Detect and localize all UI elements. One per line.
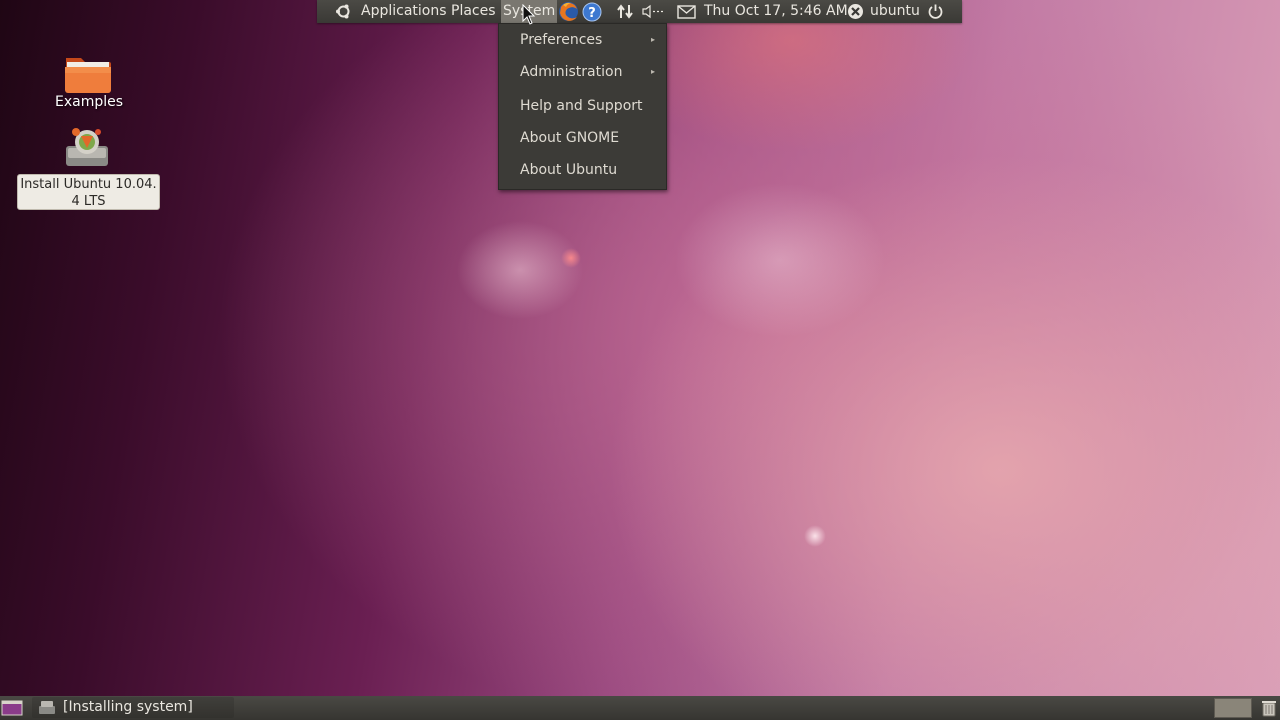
wallpaper-glow [561, 248, 581, 268]
trash-icon[interactable] [1261, 699, 1277, 717]
menu-item-administration[interactable]: Administration [520, 61, 622, 83]
wallpaper-glow [804, 525, 826, 547]
taskbar-label: [Installing system] [63, 699, 193, 715]
user-menu[interactable]: ubuntu [870, 0, 920, 23]
bottom-panel: [Installing system] [0, 696, 1280, 720]
chevron-right-icon: ▸ [651, 35, 656, 44]
applications-menu[interactable]: Applications [361, 0, 447, 23]
volume-icon[interactable] [642, 4, 666, 19]
installer-icon[interactable] [62, 124, 112, 170]
places-menu[interactable]: Places [451, 0, 496, 23]
menu-item-about-gnome[interactable]: About GNOME [520, 127, 619, 149]
install-label-line2: 4 LTS [71, 194, 106, 209]
folder-icon[interactable] [64, 52, 112, 94]
taskbar-button-installing[interactable]: [Installing system] [32, 697, 234, 718]
menu-item-about-ubuntu[interactable]: About Ubuntu [520, 159, 617, 181]
system-dropdown-menu: Preferences ▸ Administration ▸ Help and … [498, 23, 667, 190]
ubuntu-logo-icon[interactable] [335, 3, 352, 20]
install-ubuntu-label[interactable]: Install Ubuntu 10.04. 4 LTS [17, 174, 160, 210]
menu-item-preferences[interactable]: Preferences [520, 29, 602, 51]
firefox-icon[interactable] [558, 1, 579, 22]
workspace-switcher[interactable] [1214, 698, 1252, 718]
examples-label[interactable]: Examples [44, 94, 134, 110]
help-icon[interactable]: ? [582, 2, 602, 22]
mail-icon[interactable] [677, 5, 696, 19]
network-icon[interactable] [616, 3, 634, 20]
clock[interactable]: Thu Oct 17, 5:46 AM [704, 0, 848, 23]
svg-text:?: ? [588, 6, 596, 21]
chevron-right-icon: ▸ [651, 67, 656, 76]
install-label-line1: Install Ubuntu 10.04. [20, 177, 157, 192]
mouse-cursor-icon [522, 4, 536, 25]
top-panel: Applications Places System ? Thu Oct 17,… [317, 0, 962, 23]
menu-item-help-and-support[interactable]: Help and Support [520, 95, 643, 117]
user-status-icon[interactable] [847, 3, 864, 20]
power-icon[interactable] [927, 3, 944, 20]
show-desktop-icon[interactable] [1, 700, 23, 716]
installer-icon [39, 701, 55, 714]
